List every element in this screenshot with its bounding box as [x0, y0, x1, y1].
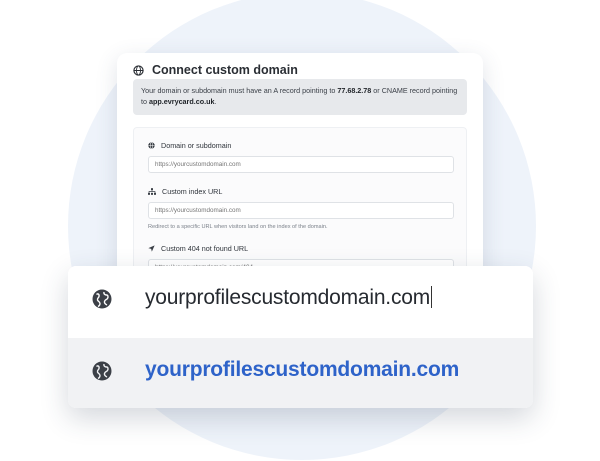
notice-text-before: Your domain or subdomain must have an A … [141, 86, 338, 95]
globe-icon [92, 289, 112, 309]
notice-text-after: . [214, 97, 217, 106]
domain-field-label-text: Domain or subdomain [161, 141, 232, 150]
index-url-label-text: Custom index URL [162, 187, 223, 196]
index-url-input[interactable] [148, 202, 454, 219]
typed-domain-text[interactable]: yourprofilescustomdomain.com [145, 286, 433, 310]
globe-icon [92, 361, 112, 381]
notice-ip: 77.68.2.78 [337, 86, 372, 95]
not-found-url-label-text: Custom 404 not found URL [161, 244, 249, 253]
dialog-title: Connect custom domain [152, 63, 298, 77]
domain-input[interactable] [148, 156, 454, 173]
notice-cname: app.evrycard.co.uk [149, 97, 215, 106]
typed-domain-value: yourprofilescustomdomain.com [145, 286, 431, 309]
globe-icon [148, 142, 155, 149]
globe-icon [133, 64, 144, 76]
navigation-arrow-icon [148, 245, 155, 252]
text-cursor [431, 286, 433, 308]
index-url-help: Redirect to a specific URL when visitors… [148, 224, 328, 230]
not-found-url-label: Custom 404 not found URL [148, 244, 248, 253]
domain-field-label: Domain or subdomain [148, 141, 231, 150]
domain-suggestion-card: yourprofilescustomdomain.com yourprofile… [68, 266, 533, 408]
dns-notice: Your domain or subdomain must have an A … [133, 79, 467, 115]
sitemap-icon [148, 188, 156, 195]
domain-suggestion-row[interactable]: yourprofilescustomdomain.com [68, 338, 533, 408]
dialog-header: Connect custom domain [133, 63, 298, 77]
suggested-domain-link[interactable]: yourprofilescustomdomain.com [145, 358, 459, 382]
index-url-label: Custom index URL [148, 187, 222, 196]
domain-input-row[interactable]: yourprofilescustomdomain.com [68, 266, 533, 336]
